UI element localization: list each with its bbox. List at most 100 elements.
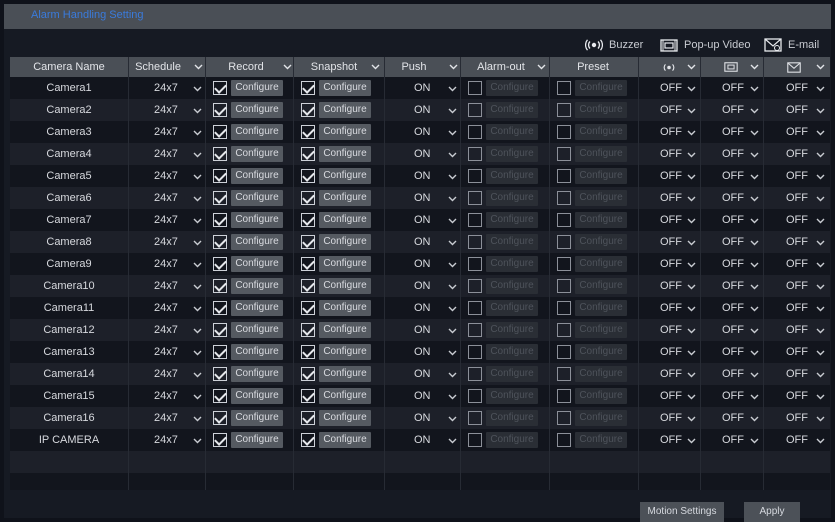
alarm-out-checkbox[interactable] [468, 191, 482, 205]
email-select[interactable]: OFF [786, 429, 808, 451]
chevron-down-icon[interactable] [816, 371, 825, 379]
record-configure-button[interactable]: Configure [231, 190, 283, 206]
snapshot-configure-button[interactable]: Configure [319, 322, 371, 338]
apply-button[interactable]: Apply [744, 502, 800, 522]
chevron-down-icon[interactable] [816, 327, 825, 335]
chevron-down-icon[interactable] [750, 63, 759, 71]
chevron-down-icon[interactable] [193, 129, 202, 137]
chevron-down-icon[interactable] [816, 437, 825, 445]
alarm-out-configure-button[interactable]: Configure [486, 80, 538, 96]
snapshot-checkbox[interactable] [301, 257, 315, 271]
buzzer-select[interactable]: OFF [660, 231, 682, 253]
schedule-select[interactable]: 24x7 [154, 363, 178, 385]
buzzer-select[interactable]: OFF [660, 99, 682, 121]
push-select[interactable]: ON [414, 297, 431, 319]
snapshot-configure-button[interactable]: Configure [319, 190, 371, 206]
buzzer-select[interactable]: OFF [660, 385, 682, 407]
alarm-out-configure-button[interactable]: Configure [486, 146, 538, 162]
preset-checkbox[interactable] [557, 345, 571, 359]
snapshot-configure-button[interactable]: Configure [319, 102, 371, 118]
record-checkbox[interactable] [213, 301, 227, 315]
push-select[interactable]: ON [414, 429, 431, 451]
push-select[interactable]: ON [414, 275, 431, 297]
schedule-select[interactable]: 24x7 [154, 429, 178, 451]
chevron-down-icon[interactable] [816, 305, 825, 313]
preset-checkbox[interactable] [557, 213, 571, 227]
buzzer-select[interactable]: OFF [660, 253, 682, 275]
chevron-down-icon[interactable] [448, 415, 457, 423]
chevron-down-icon[interactable] [194, 63, 203, 71]
email-select[interactable]: OFF [786, 143, 808, 165]
popup-video-select[interactable]: OFF [722, 341, 744, 363]
snapshot-checkbox[interactable] [301, 191, 315, 205]
snapshot-checkbox[interactable] [301, 389, 315, 403]
chevron-down-icon[interactable] [193, 107, 202, 115]
record-checkbox[interactable] [213, 323, 227, 337]
chevron-down-icon[interactable] [687, 63, 696, 71]
snapshot-checkbox[interactable] [301, 279, 315, 293]
preset-configure-button[interactable]: Configure [575, 124, 627, 140]
record-configure-button[interactable]: Configure [231, 146, 283, 162]
record-checkbox[interactable] [213, 345, 227, 359]
push-select[interactable]: ON [414, 253, 431, 275]
chevron-down-icon[interactable] [193, 437, 202, 445]
preset-checkbox[interactable] [557, 301, 571, 315]
preset-checkbox[interactable] [557, 147, 571, 161]
email-select[interactable]: OFF [786, 341, 808, 363]
buzzer-select[interactable]: OFF [660, 429, 682, 451]
chevron-down-icon[interactable] [448, 151, 457, 159]
record-checkbox[interactable] [213, 433, 227, 447]
preset-configure-button[interactable]: Configure [575, 388, 627, 404]
push-select[interactable]: ON [414, 143, 431, 165]
alarm-out-checkbox[interactable] [468, 389, 482, 403]
chevron-down-icon[interactable] [193, 261, 202, 269]
push-select[interactable]: ON [414, 209, 431, 231]
popup-video-select[interactable]: OFF [722, 297, 744, 319]
email-select[interactable]: OFF [786, 77, 808, 99]
chevron-down-icon[interactable] [537, 63, 546, 71]
chevron-down-icon[interactable] [750, 415, 759, 423]
record-checkbox[interactable] [213, 169, 227, 183]
chevron-down-icon[interactable] [193, 371, 202, 379]
chevron-down-icon[interactable] [687, 129, 696, 137]
alarm-out-checkbox[interactable] [468, 257, 482, 271]
alarm-out-checkbox[interactable] [468, 433, 482, 447]
preset-checkbox[interactable] [557, 257, 571, 271]
snapshot-checkbox[interactable] [301, 81, 315, 95]
alarm-out-configure-button[interactable]: Configure [486, 278, 538, 294]
preset-configure-button[interactable]: Configure [575, 234, 627, 250]
chevron-down-icon[interactable] [687, 393, 696, 401]
snapshot-configure-button[interactable]: Configure [319, 80, 371, 96]
record-checkbox[interactable] [213, 147, 227, 161]
push-select[interactable]: ON [414, 165, 431, 187]
schedule-select[interactable]: 24x7 [154, 297, 178, 319]
chevron-down-icon[interactable] [193, 151, 202, 159]
chevron-down-icon[interactable] [750, 371, 759, 379]
popup-video-select[interactable]: OFF [722, 275, 744, 297]
snapshot-checkbox[interactable] [301, 411, 315, 425]
push-select[interactable]: ON [414, 231, 431, 253]
popup-video-select[interactable]: OFF [722, 253, 744, 275]
record-checkbox[interactable] [213, 279, 227, 293]
chevron-down-icon[interactable] [750, 305, 759, 313]
buzzer-select[interactable]: OFF [660, 275, 682, 297]
chevron-down-icon[interactable] [283, 63, 292, 71]
chevron-down-icon[interactable] [750, 173, 759, 181]
schedule-select[interactable]: 24x7 [154, 187, 178, 209]
record-checkbox[interactable] [213, 411, 227, 425]
schedule-select[interactable]: 24x7 [154, 253, 178, 275]
chevron-down-icon[interactable] [687, 283, 696, 291]
popup-video-select[interactable]: OFF [722, 231, 744, 253]
snapshot-checkbox[interactable] [301, 147, 315, 161]
preset-configure-button[interactable]: Configure [575, 432, 627, 448]
snapshot-checkbox[interactable] [301, 125, 315, 139]
preset-checkbox[interactable] [557, 411, 571, 425]
popup-video-select[interactable]: OFF [722, 121, 744, 143]
record-configure-button[interactable]: Configure [231, 278, 283, 294]
push-select[interactable]: ON [414, 407, 431, 429]
buzzer-select[interactable]: OFF [660, 341, 682, 363]
snapshot-checkbox[interactable] [301, 433, 315, 447]
email-select[interactable]: OFF [786, 363, 808, 385]
snapshot-configure-button[interactable]: Configure [319, 124, 371, 140]
email-select[interactable]: OFF [786, 99, 808, 121]
